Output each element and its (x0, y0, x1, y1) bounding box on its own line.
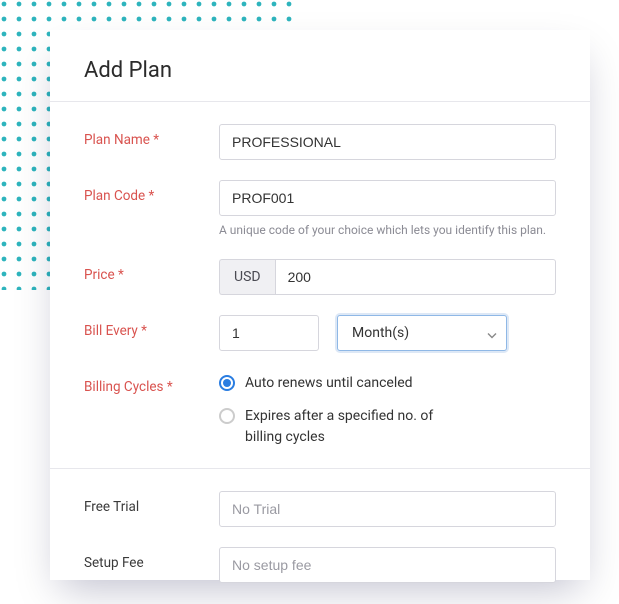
plan-name-input[interactable] (219, 124, 556, 160)
radio-icon (219, 375, 235, 391)
plan-code-input[interactable] (219, 180, 556, 216)
free-trial-input[interactable] (219, 491, 556, 527)
radio-auto-renew[interactable]: Auto renews until canceled (219, 373, 556, 394)
plan-code-helper: A unique code of your choice which lets … (219, 222, 556, 239)
divider (50, 468, 590, 469)
setup-fee-input[interactable] (219, 547, 556, 583)
row-free-trial: Free Trial (84, 491, 556, 527)
row-plan-name: Plan Name * (84, 124, 556, 160)
page-title: Add Plan (84, 58, 556, 83)
label-setup-fee: Setup Fee (84, 547, 219, 571)
radio-expires-label: Expires after a specified no. of billing… (245, 406, 465, 448)
row-bill-every: Bill Every * Month(s) (84, 315, 556, 351)
label-plan-name: Plan Name * (84, 124, 219, 148)
row-billing-cycles: Billing Cycles * Auto renews until cance… (84, 371, 556, 448)
label-billing-cycles: Billing Cycles * (84, 371, 219, 395)
radio-expires[interactable]: Expires after a specified no. of billing… (219, 406, 556, 448)
bill-every-input[interactable] (219, 315, 319, 351)
currency-addon: USD (219, 259, 275, 295)
radio-auto-renew-label: Auto renews until canceled (245, 373, 413, 394)
row-plan-code: Plan Code * A unique code of your choice… (84, 180, 556, 239)
bill-every-unit-select[interactable]: Month(s) (337, 315, 507, 351)
divider (50, 101, 590, 102)
radio-icon (219, 408, 235, 424)
label-bill-every: Bill Every * (84, 315, 219, 339)
row-price: Price * USD (84, 259, 556, 295)
label-plan-code: Plan Code * (84, 180, 219, 204)
add-plan-form: Add Plan Plan Name * Plan Code * A uniqu… (50, 30, 590, 580)
label-free-trial: Free Trial (84, 491, 219, 515)
price-input[interactable] (275, 259, 556, 295)
label-price: Price * (84, 259, 219, 283)
row-setup-fee: Setup Fee (84, 547, 556, 583)
